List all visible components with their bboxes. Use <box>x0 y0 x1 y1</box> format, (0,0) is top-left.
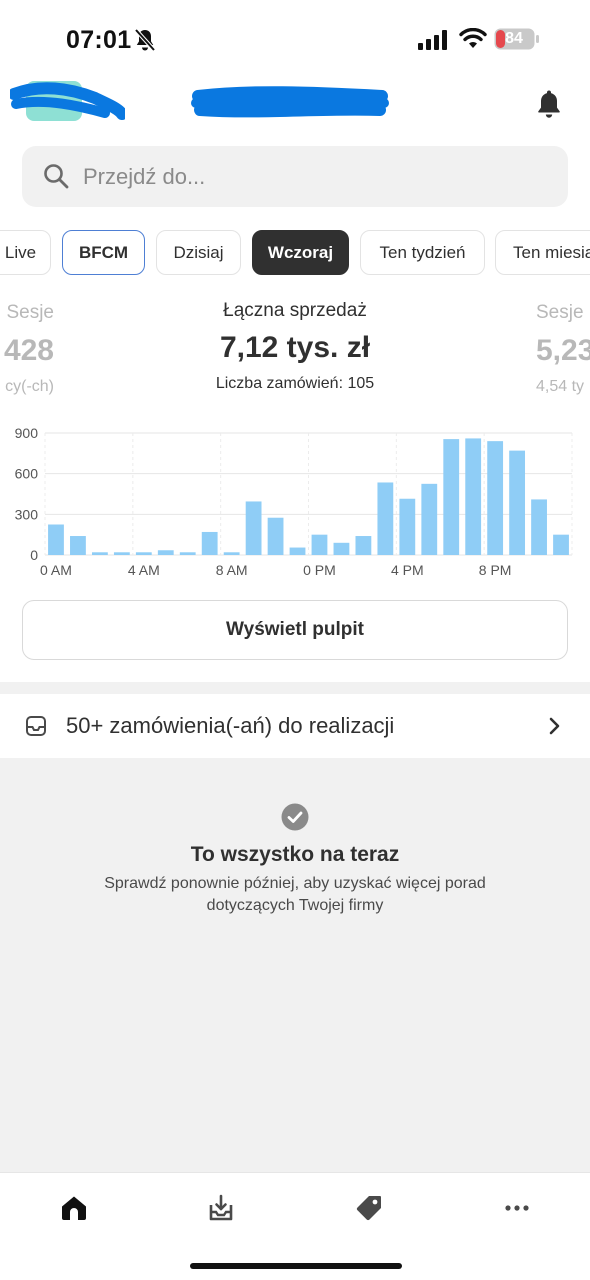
search-icon <box>44 164 69 189</box>
chart-bar <box>179 552 196 555</box>
signal-icon <box>418 30 447 50</box>
metric-label: Sesje <box>6 302 54 323</box>
battery-indicator: 84 <box>494 28 540 50</box>
chart-bar <box>465 438 482 555</box>
chart-bar <box>245 501 262 555</box>
tab-yesterday[interactable]: Wczoraj <box>252 230 349 275</box>
chart-bar <box>70 536 86 555</box>
sales-bar-chart: 0 300 600 900 0 AM 4 AM 8 AM 0 PM 4 PM 8 PM <box>15 425 573 578</box>
tab-this-week[interactable]: Ten tydzień <box>360 230 485 275</box>
chart-y-tick-label: 900 <box>15 425 39 441</box>
store-name-redacted <box>191 86 389 118</box>
wifi-icon <box>459 28 487 48</box>
metric-subtext: cy(-ch) <box>5 378 54 395</box>
chart-bar <box>289 547 306 555</box>
metric-value: 428 <box>3 334 54 367</box>
chart-bar <box>487 441 504 555</box>
search-bar[interactable] <box>22 146 568 207</box>
chart-y-tick-label: 300 <box>15 506 39 522</box>
orders-to-fulfill-label: 50+ zamówienia(-ań) do realizacji <box>66 713 395 738</box>
chart-bar <box>267 517 284 555</box>
metric-subtext: Liczba zamówień: 105 <box>215 375 375 392</box>
chart-bar <box>553 534 569 555</box>
store-logo-redacted[interactable] <box>10 78 125 124</box>
more-icon[interactable] <box>502 1193 532 1223</box>
chart-bar <box>355 536 372 555</box>
metric-sessions-left[interactable]: Sesje 428 cy(-ch) <box>4 302 54 396</box>
chart-bar <box>333 542 350 555</box>
chart-bar <box>531 499 547 555</box>
metric-value: 7,12 tys. zł <box>219 331 371 364</box>
bottom-navigation <box>0 1172 590 1280</box>
chart-x-tick-label: 0 PM <box>303 562 336 578</box>
tag-icon[interactable] <box>354 1193 384 1223</box>
metric-sessions-right[interactable]: Sesje 5,23 4,54 ty <box>536 302 590 396</box>
chart-bar <box>443 439 460 555</box>
orders-to-fulfill-row[interactable]: 50+ zamówienia(-ań) do realizacji <box>0 694 590 758</box>
chevron-right-icon <box>549 717 560 735</box>
chart-bar <box>223 552 240 555</box>
battery-level: 84 <box>505 30 523 47</box>
chart-bar <box>421 483 438 555</box>
chart-bar <box>48 524 64 555</box>
chart-x-tick-label: 8 AM <box>216 562 248 578</box>
chart-bar <box>399 498 416 555</box>
chart-y-tick-label: 600 <box>15 466 39 482</box>
metric-subtext: 4,54 ty <box>536 378 585 395</box>
home-indicator <box>190 1263 402 1269</box>
chart-bar <box>113 552 130 555</box>
check-circle-icon <box>281 803 309 831</box>
chart-bar <box>377 482 394 555</box>
inbox-icon <box>26 716 46 736</box>
empty-state-title: To wszystko na teraz <box>190 843 400 866</box>
metric-total-sales[interactable]: Łączna sprzedaż 7,12 tys. zł Liczba zamó… <box>170 300 420 393</box>
chart-bar <box>201 531 218 555</box>
tab-bfcm[interactable]: BFCM <box>62 230 145 275</box>
bell-off-icon <box>134 28 156 52</box>
chart-bar <box>509 450 526 555</box>
chart-y-tick-label: 0 <box>30 547 38 563</box>
tab-live[interactable]: Live <box>0 230 51 275</box>
chart-bar <box>311 534 328 555</box>
chart-x-tick-label: 8 PM <box>479 562 512 578</box>
chart-x-tick-label: 4 PM <box>391 562 424 578</box>
chart-x-tick-label: 4 AM <box>128 562 160 578</box>
status-time: 07:01 <box>66 26 132 54</box>
chart-bar <box>157 550 174 555</box>
tab-today[interactable]: Dzisiaj <box>156 230 241 275</box>
metric-label: Sesje <box>536 302 584 323</box>
view-dashboard-button[interactable]: Wyświetl pulpit <box>22 600 568 660</box>
empty-state-subtitle: Sprawdź ponownie później, aby uzyskać wi… <box>104 875 486 914</box>
notification-bell-icon[interactable] <box>536 89 562 119</box>
chart-bar <box>135 552 152 555</box>
tab-this-month[interactable]: Ten miesiąc <box>495 230 590 275</box>
metric-label: Łączna sprzedaż <box>223 300 367 321</box>
dashboard-panel: 07:01 84 Przejdź do... Live BFCM Dzisiaj… <box>0 0 590 682</box>
orders-icon[interactable] <box>206 1193 236 1223</box>
metric-value: 5,23 <box>536 334 590 367</box>
chart-x-tick-label: 0 AM <box>40 562 72 578</box>
chart-bar <box>91 552 108 555</box>
home-icon[interactable] <box>59 1193 89 1223</box>
search-input[interactable] <box>83 146 553 207</box>
